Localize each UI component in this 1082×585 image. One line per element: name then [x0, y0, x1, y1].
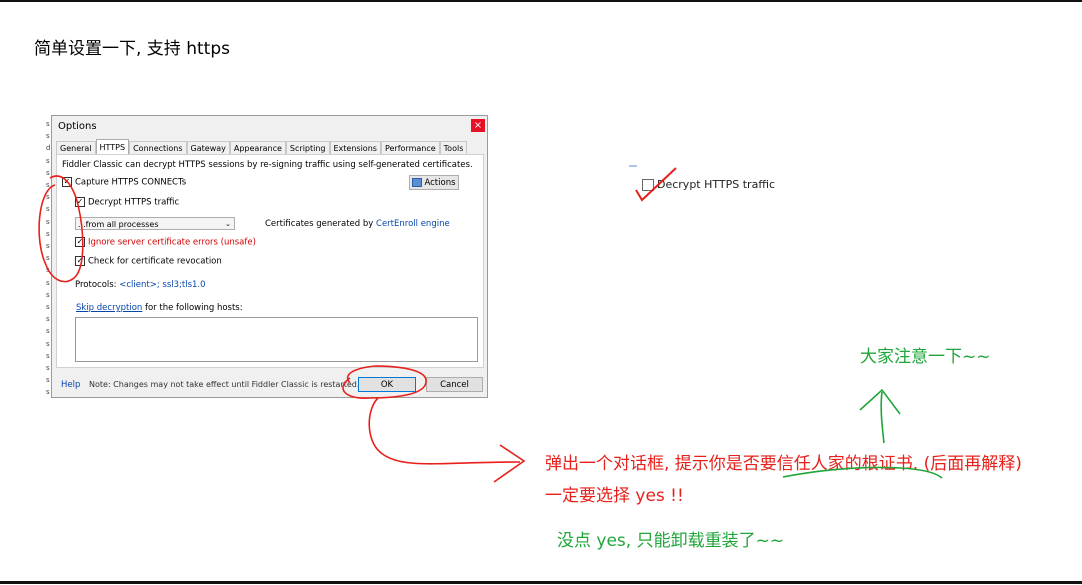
- red-arrowhead-mark: [493, 444, 526, 483]
- red-ellipse-ok-mark: [342, 365, 427, 399]
- green-arrowhead-mark: [859, 388, 901, 415]
- green-underline-mark: [782, 466, 943, 479]
- green-arrow-shaft-mark: [880, 391, 885, 444]
- red-ellipse-checkboxes-mark: [38, 175, 84, 283]
- red-checkmark: [635, 167, 677, 202]
- hand-drawn-marks: [38, 165, 943, 483]
- bottom-border-line: [0, 581, 1082, 584]
- red-curve-arrow-mark: [368, 397, 521, 465]
